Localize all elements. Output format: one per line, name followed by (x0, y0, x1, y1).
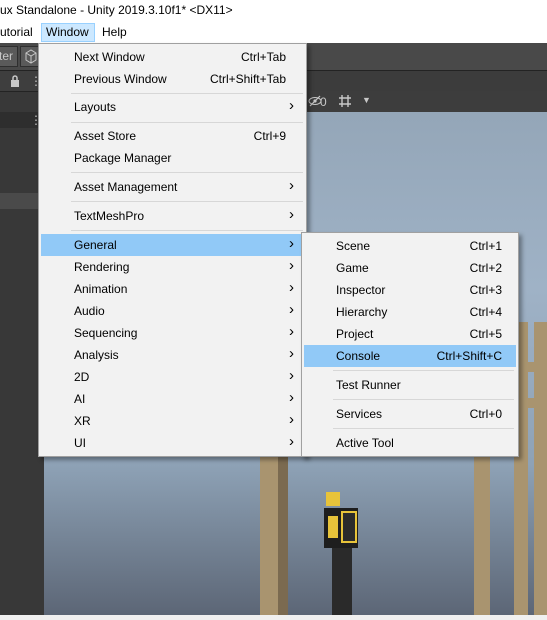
menu-item-shortcut: Ctrl+4 (469, 305, 502, 319)
chevron-right-icon: › (289, 97, 294, 114)
menu-item-label: Game (336, 261, 369, 275)
scene-view-header: 0 ▼ (300, 91, 547, 113)
spotlight-object[interactable] (316, 488, 376, 615)
menu-item-audio[interactable]: Audio › (41, 300, 304, 322)
project-tab[interactable]: ter (0, 46, 18, 67)
menu-item-label: UI (74, 436, 86, 450)
menu-item-ai[interactable]: AI › (41, 388, 304, 410)
menu-item-label: TextMeshPro (74, 209, 145, 223)
menu-item-test-runner[interactable]: Test Runner (304, 374, 516, 396)
menu-item-label: Project (336, 327, 374, 341)
menu-item-rendering[interactable]: Rendering › (41, 256, 304, 278)
menu-item-animation[interactable]: Animation › (41, 278, 304, 300)
menu-item-shortcut: Ctrl+Shift+Tab (209, 72, 286, 86)
gizmo-count: 0 (320, 95, 327, 109)
menu-item-next-window[interactable]: Next Window Ctrl+Tab (41, 46, 304, 68)
menu-item-label: Layouts (74, 100, 117, 114)
menu-item-label: Animation (74, 282, 128, 296)
menu-window[interactable]: Window (41, 23, 95, 42)
wooden-beam (534, 322, 547, 615)
menu-item-ui[interactable]: UI › (41, 432, 304, 454)
menu-bar: utorial Window Help (0, 22, 547, 43)
menu-item-asset-store[interactable]: Asset Store Ctrl+9 (41, 125, 304, 147)
menu-item-xr[interactable]: XR › (41, 410, 304, 432)
chevron-right-icon: › (289, 279, 294, 296)
menu-item-label: 2D (74, 370, 90, 384)
menu-separator (71, 122, 303, 123)
grid-icon[interactable] (338, 94, 352, 111)
menu-item-label: Rendering (74, 260, 130, 274)
menu-item-inspector[interactable]: Inspector Ctrl+3 (304, 279, 516, 301)
menu-separator (71, 172, 303, 173)
menu-item-label: Test Runner (336, 378, 401, 392)
menu-item-label: Sequencing (74, 326, 138, 340)
menu-item-project[interactable]: Project Ctrl+5 (304, 323, 516, 345)
menu-item-label: Asset Store (74, 129, 137, 143)
menu-item-layouts[interactable]: Layouts › (41, 96, 304, 118)
menu-item-label: Active Tool (336, 436, 394, 450)
menu-item-shortcut: Ctrl+2 (469, 261, 502, 275)
menu-item-package-manager[interactable]: Package Manager (41, 147, 304, 169)
chevron-right-icon: › (289, 411, 294, 428)
menu-item-shortcut: Ctrl+3 (469, 283, 502, 297)
menu-item-active-tool[interactable]: Active Tool (304, 432, 516, 454)
menu-item-shortcut: Ctrl+5 (469, 327, 502, 341)
menu-item-label: Analysis (74, 348, 119, 362)
menu-separator (71, 201, 303, 202)
window-menu: Next Window Ctrl+Tab Previous Window Ctrl+S… (38, 43, 307, 457)
menu-separator (333, 399, 514, 400)
menu-item-label: Console (336, 349, 381, 363)
chevron-right-icon: › (289, 206, 294, 223)
chevron-right-icon: › (289, 301, 294, 318)
chevron-right-icon: › (289, 323, 294, 340)
chevron-right-icon: › (289, 345, 294, 362)
menu-item-label: Hierarchy (336, 305, 388, 319)
menu-item-services[interactable]: Services Ctrl+0 (304, 403, 516, 425)
menu-item-label: Services (336, 407, 383, 421)
menu-item-asset-management[interactable]: Asset Management › (41, 176, 304, 198)
menu-item-game[interactable]: Game Ctrl+2 (304, 257, 516, 279)
caret-down-icon[interactable]: ▼ (362, 95, 371, 105)
menu-item-general[interactable]: General › (41, 234, 304, 256)
menu-item-shortcut: Ctrl+Shift+C (436, 349, 502, 363)
menu-item-label: Previous Window (74, 72, 167, 86)
menu-separator (71, 93, 303, 94)
menu-separator (333, 428, 514, 429)
menu-separator (71, 230, 303, 231)
menu-item-sequencing[interactable]: Sequencing › (41, 322, 304, 344)
menu-item-label: Inspector (336, 283, 386, 297)
menu-item-label: Package Manager (74, 151, 172, 165)
chevron-right-icon: › (289, 389, 294, 406)
menu-item-label: AI (74, 392, 86, 406)
menu-item-hierarchy[interactable]: Hierarchy Ctrl+4 (304, 301, 516, 323)
menu-item-label: Scene (336, 239, 371, 253)
window-title: ux Standalone - Unity 2019.3.10f1* <DX11… (0, 3, 233, 17)
menu-tutorial[interactable]: utorial (0, 23, 37, 42)
chevron-right-icon: › (289, 433, 294, 450)
menu-separator (333, 370, 514, 371)
menu-item-textmeshpro[interactable]: TextMeshPro › (41, 205, 304, 227)
lock-icon[interactable] (9, 74, 21, 93)
chevron-right-icon: › (289, 235, 294, 252)
menu-item-console[interactable]: Console Ctrl+Shift+C (304, 345, 516, 367)
menu-help[interactable]: Help (98, 23, 131, 42)
chevron-right-icon: › (289, 367, 294, 384)
menu-item-label: XR (74, 414, 91, 428)
menu-item-2d[interactable]: 2D › (41, 366, 304, 388)
menu-item-label: Next Window (74, 50, 145, 64)
menu-item-shortcut: Ctrl+Tab (240, 50, 286, 64)
window-title-bar: ux Standalone - Unity 2019.3.10f1* <DX11… (0, 0, 547, 22)
menu-item-previous-window[interactable]: Previous Window Ctrl+Shift+Tab (41, 68, 304, 90)
menu-item-shortcut: Ctrl+0 (469, 407, 502, 421)
menu-item-label: General (74, 238, 117, 252)
menu-item-scene[interactable]: Scene Ctrl+1 (304, 235, 516, 257)
chevron-right-icon: › (289, 257, 294, 274)
menu-item-shortcut: Ctrl+1 (469, 239, 502, 253)
menu-item-label: Audio (74, 304, 105, 318)
menu-item-label: Asset Management (74, 180, 178, 194)
chevron-right-icon: › (289, 177, 294, 194)
menu-item-shortcut: Ctrl+9 (253, 129, 286, 143)
general-submenu: Scene Ctrl+1 Game Ctrl+2 Inspector Ctrl+3 Hier… (301, 232, 519, 457)
menu-item-analysis[interactable]: Analysis › (41, 344, 304, 366)
